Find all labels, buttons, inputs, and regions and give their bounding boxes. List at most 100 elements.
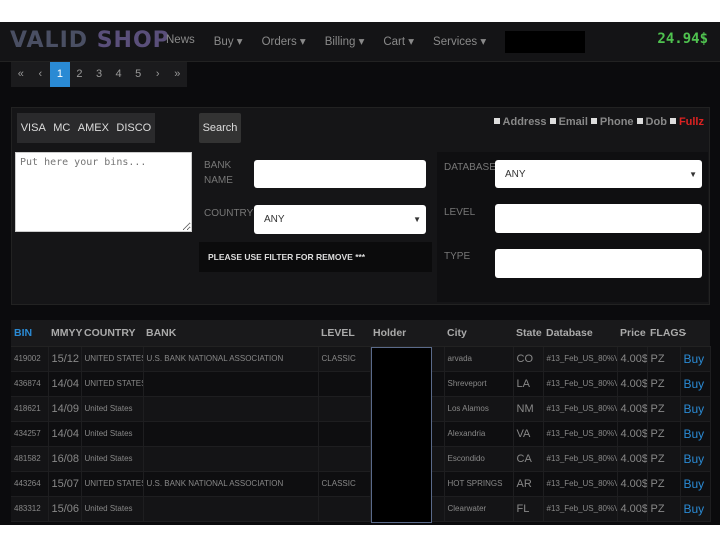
cell-bin: 434257 [11, 421, 49, 447]
cell-state: AR [513, 471, 544, 497]
card-type-disco[interactable]: DISCO [116, 122, 151, 134]
cell-state: CO [513, 346, 544, 372]
bins-input[interactable] [15, 152, 192, 232]
column-header-1[interactable]: MMYY [48, 320, 83, 347]
checkbox-address[interactable]: Address [493, 116, 547, 128]
results-table: BIN MMYY COUNTRY BANK LEVEL Holder City State Da… [11, 320, 711, 523]
column-header-4[interactable]: LEVEL [318, 320, 370, 347]
cell-bank: U.S. BANK NATIONAL ASSOCIATION [143, 346, 319, 372]
checkbox-label: Phone [599, 116, 634, 128]
page-link-8[interactable]: » [168, 62, 188, 87]
card-type-amex[interactable]: AMEX [78, 122, 109, 134]
column-header-3[interactable]: BANK [143, 320, 318, 347]
logo[interactable]: VALID SHOP [10, 28, 170, 53]
checkbox-box[interactable] [669, 118, 676, 124]
page-link-4[interactable]: 3 [89, 62, 109, 87]
buy-link[interactable]: Buy [680, 446, 711, 472]
balance: 24.94$ [657, 31, 708, 47]
page-link-2[interactable]: 1 [50, 62, 70, 87]
cell-flags: PZ [647, 446, 681, 472]
page-link-3[interactable]: 2 [70, 62, 90, 87]
column-header-5[interactable]: Holder [370, 320, 444, 347]
search-button[interactable]: Search [199, 113, 241, 143]
nav-item-2[interactable]: Orders ▾ [262, 34, 306, 48]
cell-state: FL [513, 496, 544, 522]
checkbox-fullz[interactable]: Fullz [669, 116, 704, 128]
cell-flags: PZ [647, 421, 681, 447]
cell-country: UNITED STATES [81, 371, 144, 397]
checkbox-box[interactable] [590, 118, 597, 124]
cell-country: UNITED STATES [81, 346, 144, 372]
page-link-6[interactable]: 5 [128, 62, 148, 87]
cell-bin: 418621 [11, 396, 49, 422]
cell-level [318, 396, 371, 422]
column-header-11[interactable]: - [680, 320, 710, 347]
checkbox-box[interactable] [636, 118, 643, 124]
cell-database: #13_Feb_US_80%VR [543, 496, 618, 522]
column-header-7[interactable]: State [513, 320, 543, 347]
cell-price: 4.00$ [617, 496, 648, 522]
cell-bank: U.S. BANK NATIONAL ASSOCIATION [143, 471, 319, 497]
checkbox-box[interactable] [493, 118, 500, 124]
checkbox-email[interactable]: Email [549, 116, 588, 128]
country-select[interactable]: ANY ▼ [254, 205, 426, 234]
column-header-0[interactable]: BIN [11, 320, 48, 347]
redacted-holder-column [371, 347, 432, 523]
column-header-10[interactable]: FLAGS [647, 320, 686, 347]
page-link-1[interactable]: ‹ [31, 62, 51, 87]
bank-name-input[interactable] [254, 160, 426, 188]
table-row: 434257 14/04 United States Alexandria VA #13_… [11, 421, 711, 447]
nav-item-1[interactable]: Buy ▾ [214, 34, 243, 48]
cell-mmyy: 14/04 [48, 421, 82, 447]
caret-down-icon: ▼ [413, 215, 421, 224]
logo-part2: SHOP [96, 28, 170, 53]
table-row: 419002 15/12 UNITED STATES U.S. BANK NATION… [11, 346, 711, 372]
cell-bank [143, 396, 319, 422]
cell-price: 4.00$ [617, 346, 648, 372]
country-value: ANY [264, 214, 285, 225]
level-label: LEVEL [444, 207, 476, 218]
buy-link[interactable]: Buy [680, 496, 711, 522]
table-row: 483312 15/06 United States Clearwater FL #13_… [11, 496, 711, 522]
database-select[interactable]: ANY ▼ [495, 160, 702, 188]
page-link-7[interactable]: › [148, 62, 168, 87]
card-type-visa[interactable]: VISA [21, 122, 46, 134]
table-row: 443264 15/07 UNITED STATES U.S. BANK NATION… [11, 471, 711, 497]
cell-price: 4.00$ [617, 446, 648, 472]
cell-bank [143, 421, 319, 447]
page-link-0[interactable]: « [11, 62, 31, 87]
cell-mmyy: 14/04 [48, 371, 82, 397]
cell-city: Alexandria [444, 421, 514, 447]
cell-city: Escondido [444, 446, 514, 472]
buy-link[interactable]: Buy [680, 396, 711, 422]
nav-item-0[interactable]: News [166, 34, 195, 48]
nav-item-4[interactable]: Cart ▾ [383, 34, 414, 48]
column-header-8[interactable]: Database [543, 320, 617, 347]
level-input[interactable] [495, 204, 702, 233]
caret-down-icon: ▼ [689, 169, 697, 179]
cell-city: HOT SPRINGS [444, 471, 514, 497]
nav-item-3[interactable]: Billing ▾ [325, 34, 365, 48]
nav-item-5[interactable]: Services ▾ [433, 34, 486, 48]
buy-link[interactable]: Buy [680, 421, 711, 447]
cell-flags: PZ [647, 396, 681, 422]
buy-link[interactable]: Buy [680, 371, 711, 397]
cell-level [318, 371, 371, 397]
type-input[interactable] [495, 249, 702, 278]
column-header-2[interactable]: COUNTRY [81, 320, 143, 347]
card-type-mc[interactable]: MC [53, 122, 70, 134]
page-link-5[interactable]: 4 [109, 62, 129, 87]
column-header-9[interactable]: Price [617, 320, 647, 347]
cell-state: LA [513, 371, 544, 397]
cell-mmyy: 14/09 [48, 396, 82, 422]
cell-city: Shreveport [444, 371, 514, 397]
buy-link[interactable]: Buy [680, 471, 711, 497]
page: VALID SHOP News Buy ▾ Orders ▾ Billing ▾ Car… [0, 22, 720, 525]
cell-mmyy: 15/12 [48, 346, 82, 372]
checkbox-box[interactable] [549, 118, 556, 124]
buy-link[interactable]: Buy [680, 346, 711, 372]
checkbox-phone[interactable]: Phone [590, 116, 634, 128]
checkbox-dob[interactable]: Dob [636, 116, 667, 128]
column-header-6[interactable]: City [444, 320, 513, 347]
cell-country: UNITED STATES [81, 471, 144, 497]
